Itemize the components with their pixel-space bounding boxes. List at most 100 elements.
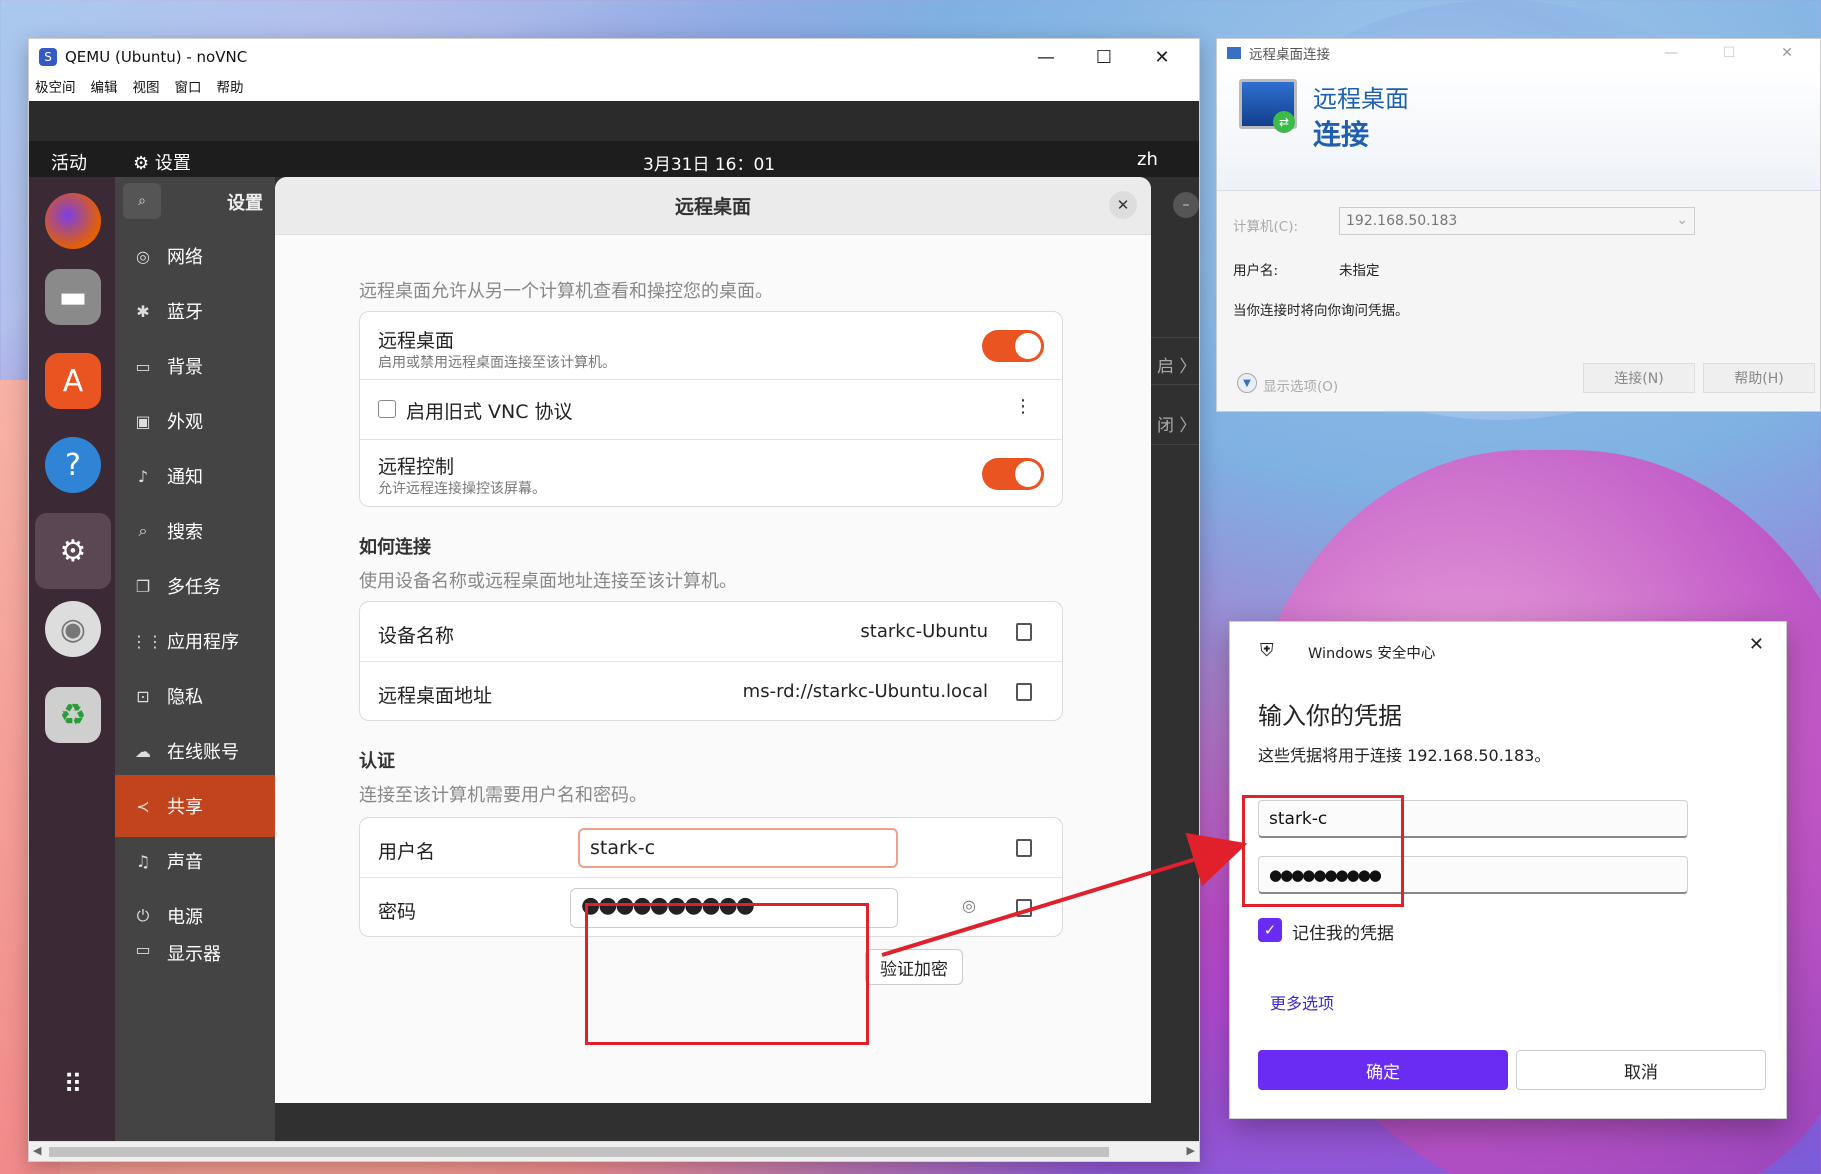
sidebar-item-appearance[interactable]: ▣ 外观 — [115, 390, 275, 452]
behind-row-text: 启 — [1157, 357, 1174, 377]
more-options-link[interactable]: 更多选项 — [1270, 990, 1334, 1014]
input-language[interactable]: zh — [1137, 149, 1158, 170]
credentials-description: 这些凭据将用于连接 192.168.50.183。 — [1258, 746, 1551, 765]
sidebar-item-online-accounts[interactable]: ☁ 在线账号 — [115, 720, 275, 782]
sidebar-item-background[interactable]: ▭ 背景 — [115, 335, 275, 397]
scrollbar-thumb[interactable] — [49, 1147, 1109, 1157]
sidebar-item-sound[interactable]: ♫ 声音 — [115, 830, 275, 892]
rdp-banner: ⇄ 远程桌面 连接 — [1217, 67, 1820, 191]
settings-icon[interactable]: ⚙ — [35, 513, 111, 589]
cancel-button[interactable]: 取消 — [1516, 1050, 1766, 1090]
row-label: 设备名称 — [378, 625, 455, 647]
connection-card: 设备名称 starkc-Ubuntu 远程桌面地址 ms-rd://starkc… — [359, 601, 1063, 721]
copy-icon[interactable] — [1016, 683, 1032, 701]
sidebar-item-power[interactable]: ⏻ 电源 — [115, 885, 275, 947]
computer-combobox[interactable]: 192.168.50.183 ⌄ — [1339, 207, 1695, 235]
help-icon[interactable]: ? — [45, 437, 101, 493]
rd-address-row: 远程桌面地址 ms-rd://starkc-Ubuntu.local — [360, 662, 1062, 720]
user-value: 未指定 — [1339, 263, 1380, 279]
ok-button[interactable]: 确定 — [1258, 1050, 1508, 1090]
minimize-button[interactable]: — — [1017, 39, 1075, 75]
sidebar-item-label: 显示器 — [167, 944, 221, 962]
sidebar-item-bluetooth[interactable]: ✱ 蓝牙 — [115, 280, 275, 342]
vm-screen[interactable]: 活动 ⚙ 设置 3月31日 16：01 zh ▬ A ? ⚙ ◉ ♻ ⠿ ⌕ 设… — [29, 101, 1199, 1143]
settings-sidebar: ⌕ 设置 ◎ 网络 ✱ 蓝牙 ▭ 背景 ▣ 外观 ♪ 通知 ⌕ 搜索 ❐ 多任务 ⋮⋮ 应用程序… — [115, 177, 275, 1143]
close-icon[interactable]: ✕ — [1749, 634, 1764, 655]
menu-item-window[interactable]: 窗口 — [175, 76, 202, 96]
show-options-link[interactable]: 显示选项(O) — [1263, 375, 1338, 395]
sidebar-item-label: 多任务 — [167, 577, 221, 598]
clock[interactable]: 3月31日 16：01 — [643, 150, 775, 175]
copy-icon[interactable] — [1016, 623, 1032, 641]
sidebar-item-sharing[interactable]: ≺ 共享 — [115, 775, 275, 837]
horizontal-scrollbar[interactable]: ◀ ▶ — [29, 1141, 1199, 1161]
remember-label: 记住我的凭据 — [1292, 924, 1394, 944]
security-app-name: Windows 安全中心 — [1308, 646, 1436, 662]
sidebar-item-label: 搜索 — [167, 522, 203, 543]
menu-item-space[interactable]: 极空间 — [35, 76, 76, 96]
network-icon: ◎ — [136, 246, 150, 266]
sidebar-item-label: 共享 — [167, 797, 203, 818]
help-button[interactable]: 帮助(H) — [1703, 363, 1815, 393]
sidebar-item-search[interactable]: ⌕ 搜索 — [115, 500, 275, 562]
chevron-down-icon[interactable]: ⌄ — [1676, 212, 1688, 228]
minimize-icon[interactable]: – — [1173, 192, 1199, 218]
username-input[interactable]: stark-c — [578, 828, 898, 868]
maximize-button[interactable]: ☐ — [1700, 35, 1758, 71]
close-icon[interactable]: ✕ — [1109, 191, 1137, 219]
device-name-value: starkc-Ubuntu — [860, 621, 988, 642]
scroll-left-icon[interactable]: ◀ — [33, 1144, 41, 1157]
chevron-down-icon[interactable]: ▼ — [1237, 373, 1257, 393]
minimize-button[interactable]: — — [1642, 35, 1700, 71]
software-icon[interactable]: A — [45, 353, 101, 409]
sidebar-item-label: 通知 — [167, 467, 203, 488]
sidebar-item-label: 隐私 — [167, 687, 203, 708]
close-button[interactable]: ✕ — [1758, 35, 1816, 71]
novnc-app-icon: S — [39, 48, 57, 66]
menu-item-help[interactable]: 帮助 — [217, 76, 244, 96]
vnc-checkbox[interactable] — [378, 400, 396, 418]
copy-icon[interactable] — [1016, 839, 1032, 857]
computer-label: 计算机(C): — [1233, 219, 1299, 235]
apps-grid-icon[interactable]: ⠿ — [45, 1057, 101, 1113]
connect-button[interactable]: 连接(N) — [1583, 363, 1695, 393]
sidebar-item-notifications[interactable]: ♪ 通知 — [115, 445, 275, 507]
banner-line1: 远程桌面 — [1313, 85, 1409, 113]
trash-icon[interactable]: ♻ — [45, 687, 101, 743]
verify-encryption-button[interactable]: 验证加密 — [865, 949, 963, 985]
app-menu[interactable]: ⚙ 设置 — [133, 149, 191, 175]
section-subtitle: 连接至该计算机需要用户名和密码。 — [359, 785, 647, 806]
disc-icon[interactable]: ◉ — [45, 601, 101, 657]
remote-control-toggle[interactable] — [982, 458, 1044, 490]
menu-item-edit[interactable]: 编辑 — [91, 76, 118, 96]
activities-button[interactable]: 活动 — [51, 149, 87, 175]
more-options-icon[interactable]: ⋮ — [1014, 396, 1032, 417]
row-label: 用户名 — [378, 841, 436, 863]
row-label: 远程桌面 — [378, 330, 455, 352]
vnc-row: 启用旧式 VNC 协议 ⋮ — [360, 380, 1062, 440]
close-button[interactable]: ✕ — [1133, 39, 1191, 75]
sidebar-item-displays[interactable]: ▭ 显示器 — [115, 940, 275, 962]
sidebar-item-privacy[interactable]: ⊡ 隐私 — [115, 665, 275, 727]
sidebar-item-network[interactable]: ◎ 网络 — [115, 225, 275, 287]
dialog-header: 远程桌面 ✕ — [275, 177, 1151, 235]
sidebar-item-multitasking[interactable]: ❐ 多任务 — [115, 555, 275, 617]
multitasking-icon: ❐ — [135, 576, 151, 596]
search-icon[interactable]: ⌕ — [123, 183, 161, 219]
username-row: 用户名 stark-c — [360, 818, 1062, 878]
remember-checkbox[interactable]: ✓ — [1258, 918, 1282, 942]
maximize-button[interactable]: ☐ — [1075, 39, 1133, 75]
sidebar-item-label: 应用程序 — [167, 632, 239, 653]
files-icon[interactable]: ▬ — [45, 269, 101, 325]
sidebar-item-apps[interactable]: ⋮⋮ 应用程序 — [115, 610, 275, 672]
search-icon: ⌕ — [138, 521, 148, 540]
scroll-right-icon[interactable]: ▶ — [1187, 1144, 1195, 1157]
menu-item-view[interactable]: 视图 — [133, 76, 160, 96]
cloud-icon: ☁ — [135, 741, 151, 761]
banner-line2: 连接 — [1313, 118, 1370, 151]
copy-icon[interactable] — [1016, 899, 1032, 917]
firefox-icon[interactable] — [45, 193, 101, 249]
eye-slash-icon[interactable]: ◎ — [962, 896, 976, 915]
remote-desktop-toggle[interactable] — [982, 330, 1044, 362]
sidebar-item-label: 电源 — [167, 907, 203, 928]
